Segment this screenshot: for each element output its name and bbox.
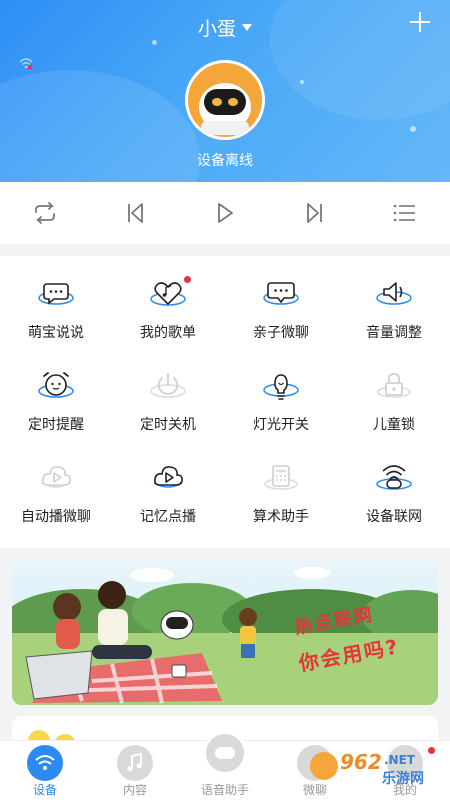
tab-content[interactable]: 内容 <box>90 741 180 800</box>
wifi-device-icon <box>376 465 412 490</box>
volume-icon <box>376 282 412 305</box>
device-selector[interactable]: 小蛋 <box>0 14 450 41</box>
calculator-icon <box>264 465 298 490</box>
grid-item-memory-play[interactable]: 记忆点播 <box>112 440 224 532</box>
promo-banner[interactable]: 热点联网 你会用吗? <box>12 561 438 705</box>
memory-play-icon <box>153 466 183 488</box>
caret-down-icon <box>242 24 252 31</box>
feature-grid: 萌宝说说 我的歌单 亲子微聊 音量调整 定时提醒 定时关机 灯光开关 儿童锁 自… <box>0 256 450 548</box>
grid-item-shutdown[interactable]: 定时关机 <box>112 348 224 440</box>
decor-dot <box>410 126 416 132</box>
auto-play-icon <box>41 466 71 488</box>
grid-item-playlist[interactable]: 我的歌单 <box>112 256 224 348</box>
header: 小蛋 设备离线 <box>0 0 450 182</box>
grid-item-label: 亲子微聊 <box>253 325 309 341</box>
repeat-icon <box>35 202 55 224</box>
add-icon[interactable] <box>408 10 432 34</box>
grid-item-network[interactable]: 设备联网 <box>338 440 450 532</box>
grid-item-label: 灯光开关 <box>253 417 309 433</box>
previous-icon <box>128 203 143 223</box>
wifi-icon <box>27 745 63 781</box>
robot-face-icon <box>203 731 247 775</box>
power-icon <box>150 373 186 398</box>
grid-item-auto-play[interactable]: 自动播微聊 <box>0 440 112 532</box>
grid-item-label: 算术助手 <box>253 509 309 525</box>
wifi-off-icon <box>19 58 33 70</box>
tab-device[interactable]: 设备 <box>0 741 90 800</box>
playlist-button[interactable] <box>385 193 425 233</box>
lock-icon <box>377 373 411 398</box>
grid-item-label: 定时关机 <box>140 417 196 433</box>
device-avatar[interactable] <box>185 60 265 140</box>
message-icon <box>263 282 299 305</box>
repeat-button[interactable] <box>25 193 65 233</box>
next-icon <box>307 203 322 223</box>
tab-label: 设备 <box>32 783 57 797</box>
watermark-site-name: 乐游网 <box>382 771 424 787</box>
previous-button[interactable] <box>115 193 155 233</box>
grid-item-label: 定时提醒 <box>28 417 84 433</box>
device-name: 小蛋 <box>197 18 236 40</box>
grid-item-reminder[interactable]: 定时提醒 <box>0 348 112 440</box>
decor-dot <box>300 80 304 84</box>
grid-item-child-lock[interactable]: 儿童锁 <box>338 348 450 440</box>
watermark-logo <box>310 752 338 780</box>
grid-item-mengbao[interactable]: 萌宝说说 <box>0 256 112 348</box>
watermark-number: 962 <box>340 750 382 774</box>
tab-label: 语音助手 <box>200 783 249 797</box>
grid-item-label: 儿童锁 <box>373 417 415 433</box>
notification-badge <box>184 276 191 283</box>
heart-music-icon <box>150 282 186 306</box>
lightbulb-icon <box>263 374 299 400</box>
playback-controls <box>0 182 450 244</box>
grid-item-label: 我的歌单 <box>140 325 196 341</box>
grid-item-label: 萌宝说说 <box>28 325 84 341</box>
watermark-domain: .NET <box>384 753 415 767</box>
grid-item-math-helper[interactable]: 算术助手 <box>225 440 337 532</box>
grid-item-label: 音量调整 <box>366 325 422 341</box>
play-icon <box>218 203 233 223</box>
grid-item-label: 自动播微聊 <box>21 509 91 525</box>
grid-item-label: 记忆点播 <box>140 509 196 525</box>
device-status: 设备离线 <box>197 153 253 169</box>
robot-icon <box>199 83 251 135</box>
site-watermark: 962 .NET 乐游网 <box>310 750 442 787</box>
picnic-illustration <box>12 567 438 705</box>
grid-item-label: 设备联网 <box>366 509 422 525</box>
music-note-icon <box>117 745 153 781</box>
chat-bubble-icon <box>38 283 74 305</box>
grid-item-light[interactable]: 灯光开关 <box>225 348 337 440</box>
tab-voice-assistant[interactable]: 语音助手 <box>180 731 270 800</box>
grid-item-family-chat[interactable]: 亲子微聊 <box>225 256 337 348</box>
play-button[interactable] <box>205 193 245 233</box>
grid-item-volume[interactable]: 音量调整 <box>338 256 450 348</box>
tab-label: 内容 <box>122 783 147 797</box>
alarm-icon <box>38 372 74 398</box>
next-button[interactable] <box>295 193 335 233</box>
playlist-icon <box>393 204 415 222</box>
